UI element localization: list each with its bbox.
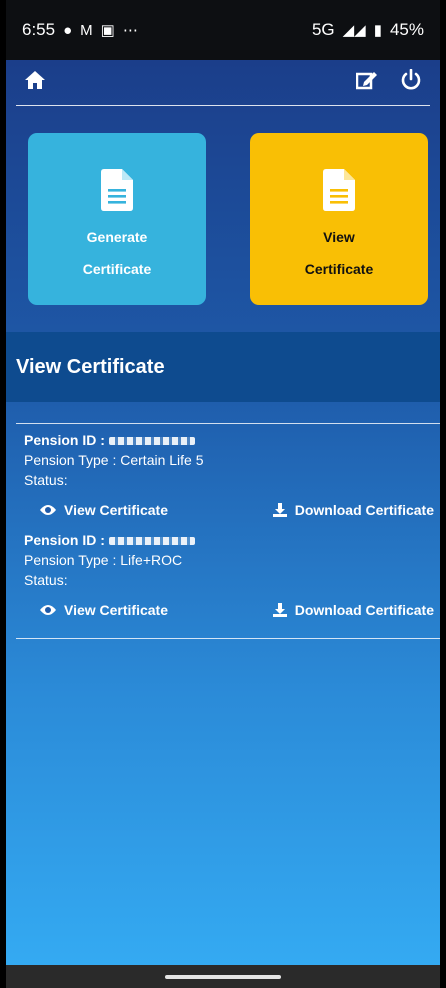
view-certificate-tile[interactable]: View Certificate: [250, 133, 428, 305]
network-label: 5G: [311, 20, 335, 39]
edit-icon: [355, 71, 377, 89]
status-time: 6:55: [22, 20, 56, 39]
action-tiles: Generate Certificate View Certificate: [28, 133, 439, 305]
download-icon: [272, 503, 287, 517]
pension-id-row: Pension ID :: [24, 430, 434, 450]
download-certificate-button[interactable]: Download Certificate: [272, 602, 434, 618]
eye-icon: [40, 605, 56, 615]
view-label-line2: Certificate: [304, 261, 374, 277]
view-tile-label: View Certificate: [305, 221, 373, 285]
section-title: View Certificate: [16, 355, 165, 378]
gmail-icon: M: [80, 21, 93, 39]
status-text: Status:: [24, 472, 68, 488]
certificate-list: Pension ID : Pension Type : Certain Life…: [16, 423, 440, 639]
document-icon: [323, 169, 355, 211]
phone-frame: 6:55 ● M ▣ ⋯ 5G ◢◢ ▮ 45% Generate Certif…: [6, 0, 440, 988]
edit-button[interactable]: [348, 69, 386, 97]
pension-type: Pension Type : Certain Life 5: [24, 452, 204, 468]
dots-icon: ⋯: [122, 22, 138, 39]
app-screen: Generate Certificate View Certificate Vi…: [6, 60, 440, 965]
pension-id-row: Pension ID :: [24, 530, 434, 550]
pension-id-label: Pension ID :: [24, 432, 109, 448]
top-toolbar: [16, 60, 430, 106]
card-actions: View Certificate Download Certificate: [24, 602, 434, 618]
card-actions: View Certificate Download Certificate: [24, 502, 434, 518]
certificate-card: Pension ID : Pension Type : Life+ROC Sta…: [16, 524, 440, 639]
battery-level: 45%: [389, 20, 424, 39]
status-left: 6:55 ● M ▣ ⋯: [22, 20, 138, 40]
generate-label-line2: Certificate: [82, 261, 152, 277]
generate-certificate-tile[interactable]: Generate Certificate: [28, 133, 206, 305]
view-certificate-label: View Certificate: [64, 602, 169, 618]
status-right: 5G ◢◢ ▮ 45%: [312, 20, 424, 40]
system-nav-bar: [6, 965, 440, 988]
pension-id-redacted: [108, 537, 195, 546]
status-text: Status:: [24, 572, 68, 588]
home-icon: [25, 70, 45, 89]
status-bar: 6:55 ● M ▣ ⋯ 5G ◢◢ ▮ 45%: [6, 0, 440, 60]
home-button[interactable]: [16, 70, 54, 96]
chat-icon: ●: [63, 21, 73, 39]
home-gesture-handle[interactable]: [165, 974, 281, 979]
eye-icon: [40, 505, 56, 515]
section-header: View Certificate: [6, 332, 440, 402]
view-certificate-button[interactable]: View Certificate: [40, 602, 168, 618]
generate-label-line1: Generate: [86, 229, 148, 245]
download-certificate-label: Download Certificate: [294, 602, 434, 618]
app-icon: ▣: [100, 22, 115, 39]
view-label-line1: View: [323, 229, 355, 245]
view-certificate-label: View Certificate: [64, 502, 169, 518]
pension-id-label: Pension ID :: [24, 532, 109, 548]
view-certificate-button[interactable]: View Certificate: [40, 502, 168, 518]
download-certificate-button[interactable]: Download Certificate: [272, 502, 434, 518]
pension-type: Pension Type : Life+ROC: [24, 552, 183, 568]
certificate-card: Pension ID : Pension Type : Certain Life…: [16, 423, 440, 524]
download-certificate-label: Download Certificate: [294, 502, 434, 518]
topbar-actions: [348, 68, 430, 97]
battery-icon: ▮: [373, 22, 382, 39]
signal-icon: ◢◢: [342, 22, 366, 39]
document-icon: [101, 169, 133, 211]
power-icon: [401, 68, 421, 89]
power-button[interactable]: [392, 68, 430, 97]
pension-id-redacted: [108, 437, 195, 446]
download-icon: [272, 603, 287, 617]
generate-tile-label: Generate Certificate: [83, 221, 151, 285]
